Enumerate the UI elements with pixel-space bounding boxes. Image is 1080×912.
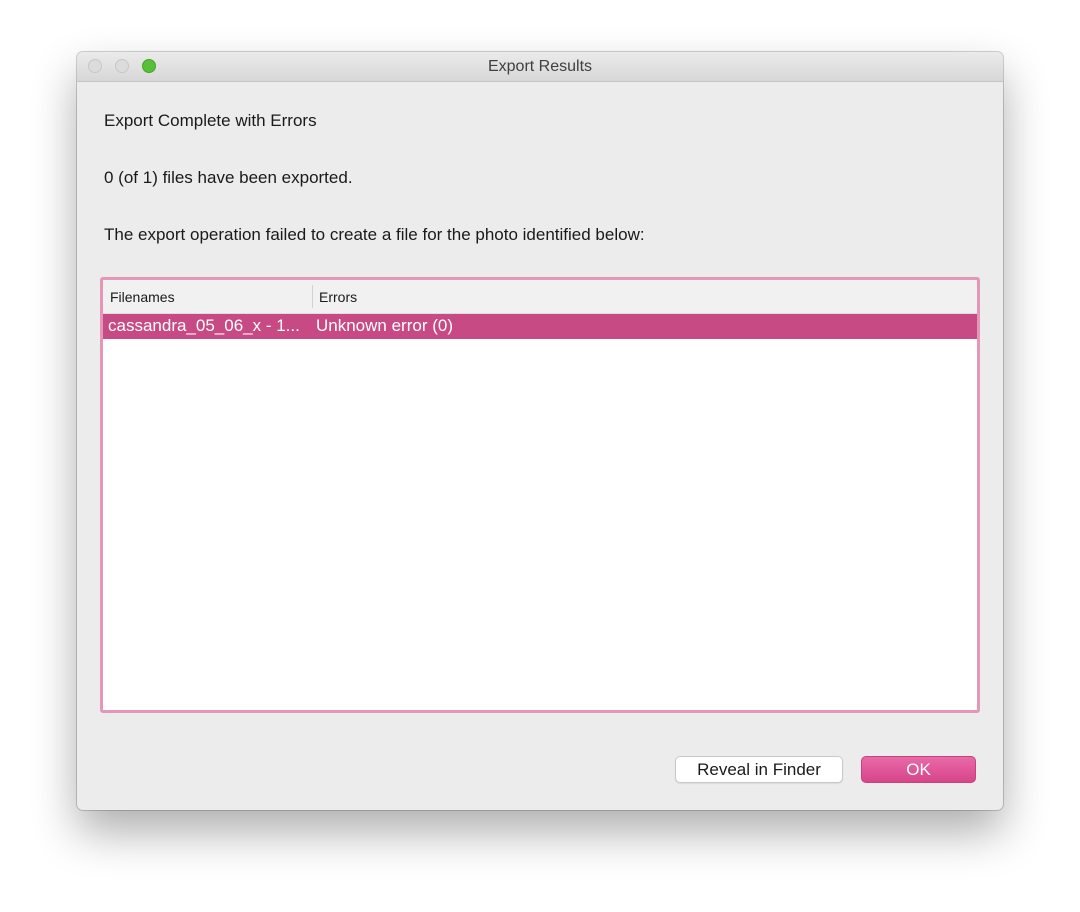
error-description: The export operation failed to create a … xyxy=(104,225,645,244)
export-summary: 0 (of 1) files have been exported. xyxy=(104,168,353,187)
ok-button[interactable]: OK xyxy=(861,756,976,783)
window-title: Export Results xyxy=(487,58,593,75)
title-bar[interactable]: Export Results xyxy=(77,52,1003,82)
status-heading: Export Complete with Errors xyxy=(104,111,317,130)
column-header-filenames[interactable]: Filenames xyxy=(110,289,175,305)
column-header-errors[interactable]: Errors xyxy=(319,289,357,305)
error-cell: Unknown error (0) xyxy=(316,316,453,335)
table-header: Filenames Errors xyxy=(103,280,977,314)
export-results-window: Export Results Export Complete with Erro… xyxy=(77,52,1003,810)
table-row[interactable]: cassandra_05_06_x - 1... Unknown error (… xyxy=(103,314,977,339)
results-table[interactable]: Filenames Errors cassandra_05_06_x - 1..… xyxy=(100,277,980,713)
column-divider[interactable] xyxy=(312,285,313,308)
reveal-in-finder-button[interactable]: Reveal in Finder xyxy=(675,756,843,783)
filename-cell: cassandra_05_06_x - 1... xyxy=(108,316,300,335)
